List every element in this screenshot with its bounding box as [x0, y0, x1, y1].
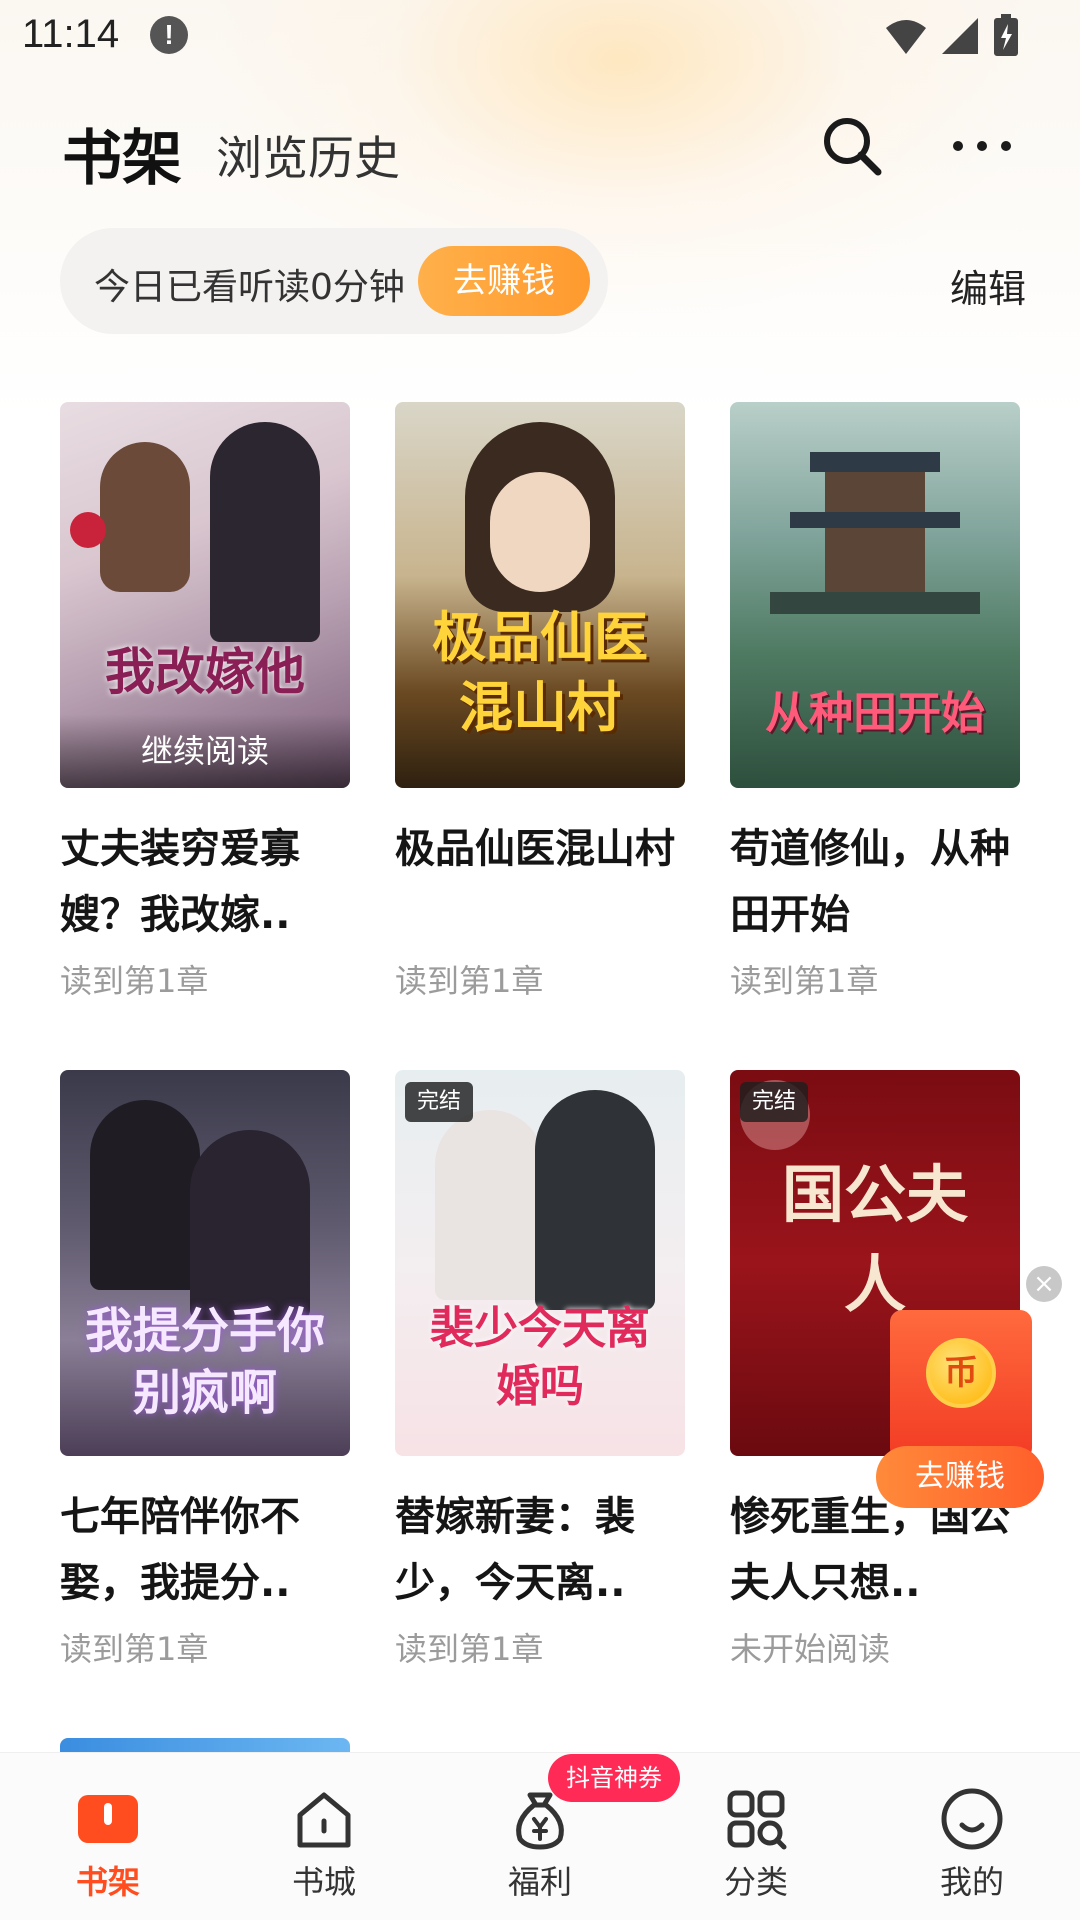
- coin-icon: 币: [926, 1338, 996, 1408]
- bookstore-home-icon: [297, 1792, 351, 1848]
- book-progress: 读到第1章: [60, 1630, 209, 1668]
- nav-item-category[interactable]: 分类: [648, 1753, 864, 1920]
- book-title[interactable]: 苟道修仙，从种田开始: [730, 816, 1020, 948]
- nav-label: 书城: [291, 1863, 356, 1901]
- battery-icon: [994, 14, 1018, 56]
- cover-title-text: 我改嫁他: [105, 642, 305, 701]
- book-progress: 读到第1章: [395, 1630, 544, 1668]
- book-title[interactable]: 替嫁新妻：裴少，今天离..: [395, 1484, 685, 1616]
- wifi-icon: [886, 20, 926, 54]
- completed-tag: 完结: [740, 1082, 809, 1122]
- daily-reading-text: 今日已看听读0分钟: [94, 267, 405, 308]
- close-float-icon[interactable]: ×: [1026, 1266, 1062, 1302]
- float-earn-button[interactable]: 去赚钱: [876, 1446, 1044, 1508]
- nav-label: 福利: [507, 1863, 572, 1901]
- continue-reading-overlay[interactable]: 继续阅读: [60, 714, 350, 788]
- tab-browse-history[interactable]: 浏览历史: [216, 122, 400, 188]
- cover-title-text: 极品仙医混山村: [432, 605, 648, 739]
- book-card[interactable]: 极品仙医混山村 极品仙医混山村 读到第1章: [395, 402, 685, 1002]
- status-time: 11:14: [22, 12, 120, 56]
- earn-money-button[interactable]: 去赚钱: [418, 246, 590, 316]
- book-progress: 未开始阅读: [730, 1630, 891, 1668]
- nav-item-bookshelf[interactable]: 书架: [0, 1753, 216, 1920]
- category-grid-icon: [727, 1790, 787, 1850]
- book-card[interactable]: 我改嫁他 继续阅读 丈夫装穷爱寡嫂？我改嫁.. 读到第1章: [60, 402, 350, 1002]
- more-icon[interactable]: [950, 130, 1014, 162]
- welfare-badge: 抖音神券: [548, 1754, 680, 1802]
- daily-reading-bar: 今日已看听读0分钟 去赚钱: [60, 228, 608, 334]
- cover-title-text: 我提分手你别疯啊: [84, 1303, 325, 1421]
- signal-icon: [942, 18, 978, 54]
- profile-smile-icon: [941, 1788, 1003, 1850]
- nav-label: 分类: [723, 1863, 788, 1901]
- bookshelf-icon: [78, 1795, 138, 1843]
- nav-item-bookstore[interactable]: 书城: [216, 1753, 432, 1920]
- nav-item-profile[interactable]: 我的: [864, 1753, 1080, 1920]
- next-row-book-peek: [60, 1738, 350, 1752]
- cover-title-text: 国公夫人: [781, 1158, 968, 1321]
- book-progress: 读到第1章: [730, 962, 879, 1000]
- nav-label: 我的: [939, 1863, 1004, 1901]
- bottom-nav: 书架 书城 福利 分类 我的: [0, 1752, 1080, 1920]
- cover-title-text: 从种田开始: [765, 688, 985, 739]
- book-card[interactable]: 从种田开始 苟道修仙，从种田开始 读到第1章: [730, 402, 1020, 1002]
- book-card[interactable]: 裴少今天离婚吗 完结 替嫁新妻：裴少，今天离.. 读到第1章: [395, 1070, 685, 1670]
- book-cover[interactable]: 我改嫁他 继续阅读: [60, 402, 350, 788]
- tab-bookshelf[interactable]: 书架: [62, 110, 182, 197]
- book-title[interactable]: 七年陪伴你不娶，我提分..: [60, 1484, 350, 1616]
- book-card[interactable]: 我提分手你别疯啊 七年陪伴你不娶，我提分.. 读到第1章: [60, 1070, 350, 1670]
- top-header: 书架 浏览历史: [0, 100, 1080, 200]
- status-icons: [884, 14, 1020, 58]
- nav-label: 书架: [75, 1863, 140, 1901]
- book-title[interactable]: 丈夫装穷爱寡嫂？我改嫁..: [60, 816, 350, 948]
- status-bar: 11:14 !: [0, 0, 1080, 72]
- cover-title-text: 裴少今天离婚吗: [430, 1303, 650, 1412]
- book-cover[interactable]: 裴少今天离婚吗 完结: [395, 1070, 685, 1456]
- book-title[interactable]: 极品仙医混山村: [395, 816, 685, 948]
- book-cover[interactable]: 我提分手你别疯啊: [60, 1070, 350, 1456]
- search-icon[interactable]: [820, 114, 884, 178]
- book-cover[interactable]: 从种田开始: [730, 402, 1020, 788]
- red-envelope-widget[interactable]: 币: [890, 1310, 1032, 1460]
- book-cover[interactable]: 极品仙医混山村: [395, 402, 685, 788]
- edit-button[interactable]: 编辑: [950, 258, 1026, 313]
- book-progress: 读到第1章: [60, 962, 209, 1000]
- completed-tag: 完结: [405, 1082, 474, 1122]
- book-progress: 读到第1章: [395, 962, 544, 1000]
- alert-icon: !: [150, 16, 188, 54]
